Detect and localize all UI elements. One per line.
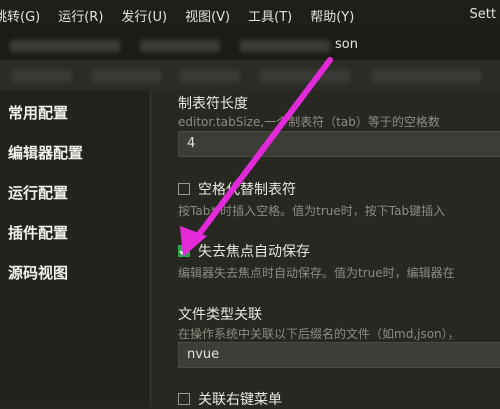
sidebar-item-editor[interactable]: 编辑器配置 <box>8 142 83 163</box>
window-title-fragment: Sett <box>469 7 496 22</box>
sidebar-item-source-view[interactable]: 源码视图 <box>8 262 68 283</box>
insert-spaces-checkbox[interactable] <box>178 183 190 195</box>
insert-spaces-desc: 按Tab* 时插入空格。值为true时，按下Tab键插入 <box>178 204 446 218</box>
file-assoc-desc: 在操作系统中关联以下后缀名的文件（如md,json）， <box>178 327 460 341</box>
blurred-path <box>260 70 350 82</box>
blurred-path <box>92 70 162 82</box>
settings-sidebar: 常用配置 编辑器配置 运行配置 插件配置 源码视图 <box>0 90 151 407</box>
file-assoc-input[interactable]: nvue <box>178 342 500 368</box>
blurred-path <box>12 70 72 82</box>
menu-publish[interactable]: 发行(U) <box>121 6 167 25</box>
tab-size-desc: editor.tabSize,一个制表符（tab）等于的空格数 <box>178 115 440 129</box>
menu-help[interactable]: 帮助(Y) <box>310 6 354 25</box>
settings-content: 制表符长度 editor.tabSize,一个制表符（tab）等于的空格数 4 … <box>150 90 500 408</box>
menu-run[interactable]: 运行(R) <box>58 6 103 25</box>
sidebar-item-common[interactable]: 常用配置 <box>8 102 68 123</box>
tab-size-label: 制表符长度 <box>178 96 248 112</box>
menu-view[interactable]: 视图(V) <box>185 6 230 25</box>
menu-bar: 跳转(G) 运行(R) 发行(U) 视图(V) 工具(T) 帮助(Y) Sett <box>0 0 500 30</box>
blurred-path <box>372 70 482 82</box>
blurred-tab <box>240 40 330 52</box>
auto-save-checkbox[interactable] <box>178 245 190 257</box>
sidebar-item-run[interactable]: 运行配置 <box>8 182 68 203</box>
sidebar-item-plugins[interactable]: 插件配置 <box>8 222 68 243</box>
menu-goto[interactable]: 跳转(G) <box>0 6 40 25</box>
context-menu-label: 关联右键菜单 <box>198 392 282 408</box>
auto-save-label: 失去焦点自动保存 <box>198 244 310 260</box>
blurred-tab <box>140 40 220 52</box>
file-assoc-label: 文件类型关联 <box>178 307 262 323</box>
settings-tab-label[interactable]: son <box>335 37 358 52</box>
menu-tools[interactable]: 工具(T) <box>248 6 292 25</box>
insert-spaces-label: 空格代替制表符 <box>198 182 296 198</box>
tab-bar: son <box>0 30 500 60</box>
tab-size-input[interactable]: 4 <box>178 131 500 157</box>
auto-save-desc: 编辑器失去焦点时自动保存。值为true时，编辑器在 <box>178 266 455 280</box>
blurred-tab <box>10 40 120 52</box>
blurred-path <box>180 70 240 82</box>
context-menu-checkbox[interactable] <box>178 393 190 405</box>
path-bar <box>0 60 500 90</box>
